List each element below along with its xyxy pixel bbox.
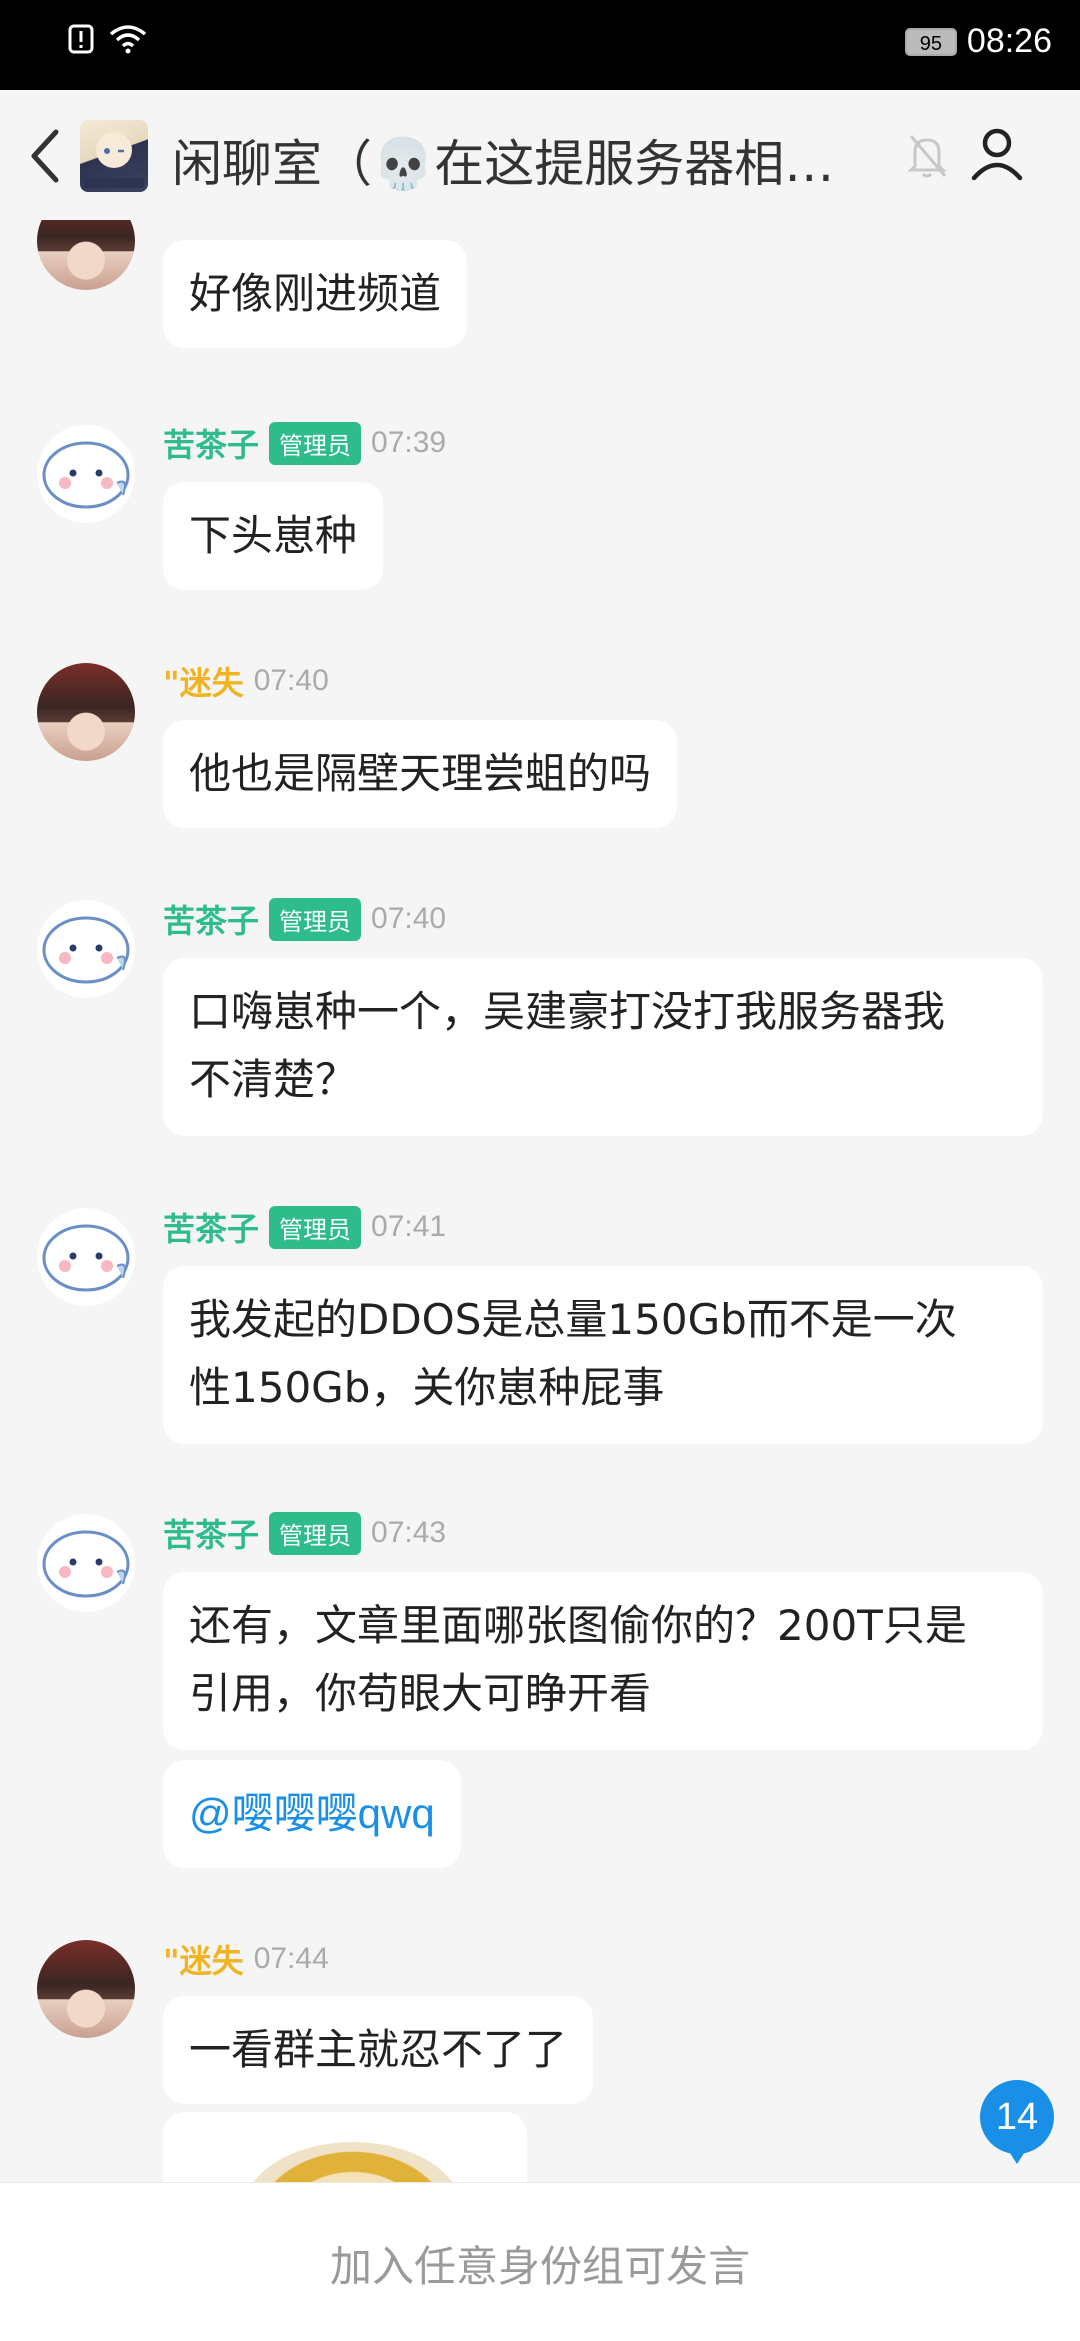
message-time: 07:39 [371, 426, 447, 459]
message-bubble[interactable]: 还有，文章里面哪张图偷你的？200T只是 引用，你苟眼大可睁开看 [163, 1572, 1043, 1750]
admin-badge: 管理员 [269, 897, 362, 941]
message-bubble[interactable]: 下头崽种 [163, 482, 384, 590]
input-bar: 加入任意身份组可发言 [0, 2182, 1080, 2341]
message-bubble[interactable]: 他也是隔壁天理尝蛆的吗 [163, 720, 678, 828]
join-role-hint: 加入任意身份组可发言 [329, 2242, 750, 2291]
back-arrow-icon[interactable] [26, 128, 62, 184]
message-line: 还有，文章里面哪张图偷你的？200T只是 [189, 1601, 967, 1650]
message-time: 07:41 [371, 1210, 447, 1243]
message-time: 07:40 [253, 664, 329, 697]
status-time: 08:26 [966, 22, 1052, 60]
username[interactable]: "迷失 [163, 658, 244, 704]
admin-badge: 管理员 [269, 421, 362, 465]
room-avatar[interactable] [80, 120, 148, 192]
message-line: 我发起的DDOS是总量150Gb而不是一次 [189, 1295, 957, 1344]
mention-bubble[interactable]: @嘤嘤嘤qwq [163, 1760, 461, 1868]
user-avatar[interactable] [37, 1208, 135, 1306]
wifi-icon [109, 25, 147, 54]
unread-count-badge[interactable]: 14 [980, 2080, 1054, 2164]
username[interactable]: "迷失 [163, 1936, 244, 1982]
message-line: 不清楚？ [189, 1055, 358, 1104]
message-bubble[interactable]: 口嗨崽种一个，吴建豪打没打我服务器我 不清楚？ [163, 958, 1043, 1136]
mention-link[interactable]: @嘤嘤嘤qwq [189, 1790, 435, 1837]
admin-badge: 管理员 [269, 1205, 362, 1249]
message-line: 口嗨崽种一个，吴建豪打没打我服务器我 [189, 987, 946, 1036]
image-thumbnail [243, 2142, 463, 2182]
message-time: 07:40 [371, 902, 447, 935]
user-avatar[interactable] [37, 900, 135, 998]
username[interactable]: 苦茶子 [163, 1510, 259, 1556]
user-avatar[interactable] [37, 1940, 135, 2038]
alert-icon [68, 24, 94, 54]
message-bubble[interactable]: 一看群主就忍不了了 [163, 1996, 594, 2104]
username[interactable]: 苦茶子 [163, 896, 259, 942]
user-avatar[interactable] [37, 1514, 135, 1612]
message-time: 07:43 [371, 1516, 447, 1549]
battery-indicator: 95 [904, 27, 957, 56]
status-bar: 95 08:26 [0, 0, 1080, 90]
bell-off-icon[interactable] [905, 130, 949, 180]
image-message[interactable] [163, 2112, 527, 2182]
user-avatar[interactable] [37, 220, 135, 290]
message-bubble[interactable]: 好像刚进频道 [163, 240, 468, 348]
chat-header: 闲聊室（💀在这提服务器相关问题） [0, 90, 1080, 220]
user-avatar[interactable] [37, 663, 135, 761]
username[interactable]: 苦茶子 [163, 420, 259, 466]
message-line: 引用，你苟眼大可睁开看 [189, 1669, 652, 1718]
message-time: 07:44 [253, 1942, 329, 1975]
message-bubble[interactable]: 我发起的DDOS是总量150Gb而不是一次 性150Gb，关你崽种屁事 [163, 1266, 1043, 1444]
username[interactable]: 苦茶子 [163, 1204, 259, 1250]
message-line: 性150Gb，关你崽种屁事 [189, 1363, 665, 1412]
message-list[interactable]: 好像刚进频道 苦茶子 管理员 07:39 下头崽种 "迷失 07:40 他也是隔… [0, 220, 1080, 2182]
room-title: 闲聊室（💀在这提服务器相关问题） [172, 135, 852, 193]
person-icon[interactable] [970, 126, 1024, 182]
user-avatar[interactable] [37, 425, 135, 523]
admin-badge: 管理员 [269, 1511, 362, 1555]
